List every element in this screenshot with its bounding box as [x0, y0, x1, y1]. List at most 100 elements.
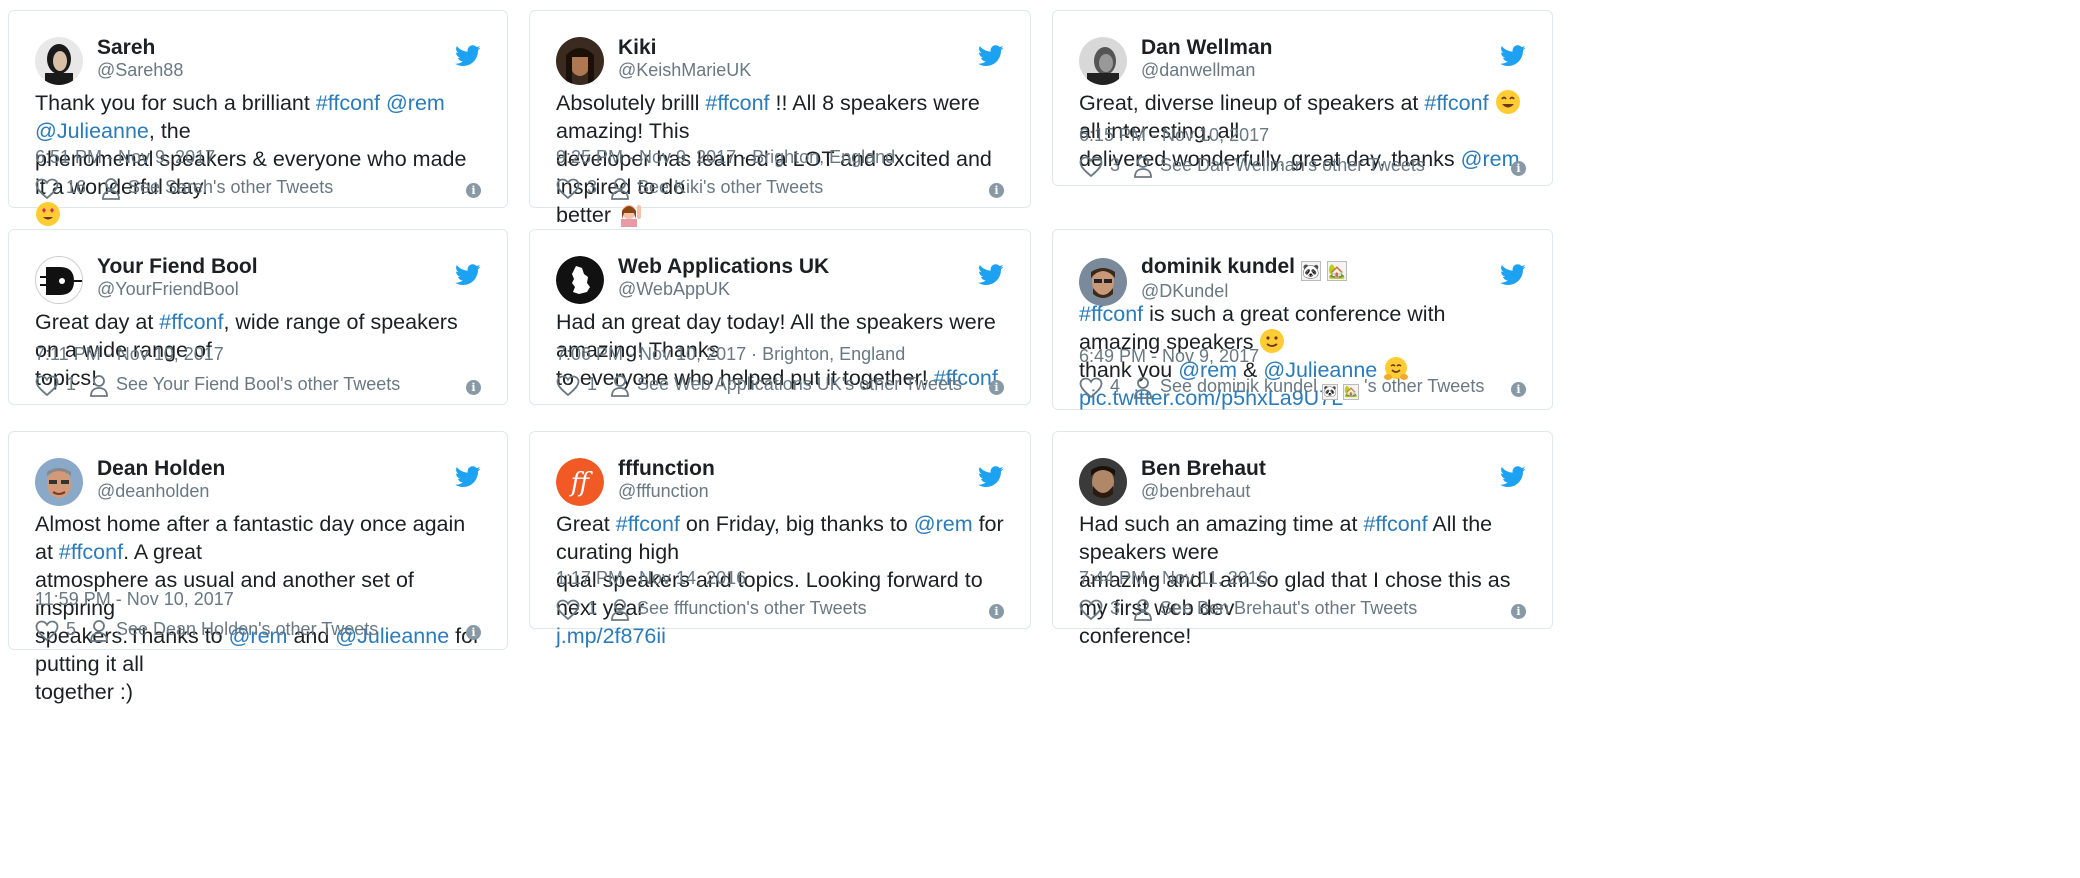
tweet-timestamp[interactable]: 9:25 PM - Nov 9, 2017 · Brighton, Englan… [556, 147, 895, 168]
heart-icon[interactable] [35, 375, 59, 397]
text-segment: Great, diverse lineup of speakers at [1079, 91, 1425, 115]
see-other-tweets-link[interactable]: See Web Applications UK's other Tweets [637, 374, 962, 395]
twitter-bird-icon[interactable] [1500, 45, 1526, 67]
avatar[interactable] [1079, 458, 1127, 506]
see-other-tweets-link[interactable]: See Dean Holden's other Tweets [116, 619, 378, 640]
author-name[interactable]: dominik kundel 🐼 🏡 [1141, 254, 1347, 281]
tweet-card[interactable]: ff fffunction @fffunction Great #ffconf … [529, 431, 1031, 648]
author-handle[interactable]: @WebAppUK [618, 277, 730, 301]
tweet-card[interactable]: Ben Brehaut @benbrehaut Had such an amaz… [1052, 431, 1553, 648]
see-other-tweets-link[interactable]: See fffunction's other Tweets [637, 598, 867, 619]
tweet-card[interactable]: Web Applications UK @WebAppUK Had an gre… [529, 229, 1031, 405]
tweet-timestamp[interactable]: 7:44 PM - Nov 11, 2016 [1079, 568, 1268, 589]
info-icon[interactable]: i [1511, 382, 1526, 397]
see-other-tweets-link[interactable]: See Ben Brehaut's other Tweets [1160, 598, 1417, 619]
tweet-card[interactable]: Sareh @Sareh88 Thank you for such a bril… [8, 10, 508, 226]
tweet-timestamp[interactable]: 7:06 PM - Nov 10, 2017 · Brighton, Engla… [556, 344, 905, 365]
hashtag-link[interactable]: #ffconf [316, 91, 380, 115]
heart-icon[interactable] [556, 375, 580, 397]
hashtag-link[interactable]: #ffconf [616, 512, 680, 536]
twitter-bird-icon[interactable] [1500, 264, 1526, 286]
heart-icon[interactable] [1079, 377, 1103, 399]
tweet-timestamp[interactable]: 7:11 PM - Nov 10, 2017 [35, 344, 224, 365]
tweet-timestamp[interactable]: 6:49 PM - Nov 9, 2017 [1079, 346, 1259, 367]
heart-icon[interactable] [1079, 599, 1103, 621]
like-count[interactable]: 16 [66, 177, 86, 198]
heart-icon[interactable] [35, 620, 59, 642]
like-count[interactable]: 1 [587, 374, 597, 395]
avatar[interactable] [35, 37, 83, 85]
heart-icon[interactable] [1079, 156, 1103, 178]
tweet-timestamp[interactable]: 6:51 PM - Nov 9, 2017 [35, 147, 215, 168]
person-icon [102, 178, 120, 200]
heart-icon[interactable] [556, 599, 580, 621]
hashtag-link[interactable]: #ffconf [59, 540, 123, 564]
author-handle[interactable]: @deanholden [97, 479, 209, 503]
like-count[interactable]: 1 [587, 598, 597, 619]
person-icon [1134, 156, 1152, 178]
author-handle[interactable]: @KeishMarieUK [618, 58, 751, 82]
like-count[interactable]: 1 [66, 374, 76, 395]
twitter-bird-icon[interactable] [455, 45, 481, 67]
like-count[interactable]: 5 [66, 619, 76, 640]
like-count[interactable]: 4 [1110, 376, 1120, 397]
tweet-card[interactable]: dominik kundel 🐼 🏡 @DKundel #ffconf is s… [1052, 229, 1553, 410]
twitter-bird-icon[interactable] [455, 466, 481, 488]
twitter-bird-icon[interactable] [978, 466, 1004, 488]
mention-link[interactable]: @rem [914, 512, 973, 536]
see-other-tweets-link[interactable]: See Your Fiend Bool's other Tweets [116, 374, 400, 395]
text-segment: on Friday, big thanks to [679, 512, 914, 536]
info-icon[interactable]: i [1511, 161, 1526, 176]
house-emoji-icon: 🏡 [1343, 384, 1360, 400]
author-handle[interactable]: @fffunction [618, 479, 709, 503]
twitter-bird-icon[interactable] [978, 45, 1004, 67]
info-icon[interactable]: i [989, 380, 1004, 395]
hashtag-link[interactable]: #ffconf [159, 310, 223, 334]
hashtag-link[interactable]: #ffconf [705, 91, 769, 115]
heart-icon[interactable] [556, 178, 580, 200]
see-other-tweets-link[interactable]: See Kiki's other Tweets [637, 177, 823, 198]
mention-link[interactable]: @rem [386, 91, 445, 115]
info-icon[interactable]: i [466, 183, 481, 198]
info-icon[interactable]: i [989, 604, 1004, 619]
see-other-tweets-link[interactable]: See dominik kundel 🐼 🏡 's other Tweets [1160, 376, 1484, 400]
mention-link[interactable]: @Julieanne [35, 119, 149, 143]
tweet-card[interactable]: Your Fiend Bool @YourFriendBool Great da… [8, 229, 508, 405]
twitter-bird-icon[interactable] [1500, 466, 1526, 488]
author-handle[interactable]: @danwellman [1141, 58, 1255, 82]
avatar[interactable] [1079, 258, 1127, 306]
author-handle[interactable]: @YourFriendBool [97, 277, 239, 301]
tweet-card[interactable]: Dan Wellman @danwellman Great, diverse l… [1052, 10, 1553, 186]
tweet-timestamp[interactable]: 6:15 PM - Nov 10, 2017 [1079, 125, 1269, 146]
avatar[interactable] [35, 256, 83, 304]
like-count[interactable]: 3 [587, 177, 597, 198]
text-segment: Had such an amazing time at [1079, 512, 1364, 536]
see-other-tweets-link[interactable]: See Dan Wellman's other Tweets [1160, 155, 1425, 176]
hashtag-link[interactable]: #ffconf [1363, 512, 1427, 536]
avatar[interactable] [556, 37, 604, 85]
avatar[interactable]: ff [556, 458, 604, 506]
like-count[interactable]: 3 [1110, 598, 1120, 619]
hashtag-link[interactable]: #ffconf [1424, 91, 1488, 115]
tweet-actions: 3 See Kiki's other Tweets i [556, 175, 1004, 203]
twitter-bird-icon[interactable] [978, 264, 1004, 286]
tweet-timestamp[interactable]: 1:17 PM - Nov 14, 2016 [556, 568, 746, 589]
avatar[interactable] [1079, 37, 1127, 85]
like-count[interactable]: 3 [1110, 155, 1120, 176]
tweet-timestamp[interactable]: 11:59 PM - Nov 10, 2017 [35, 589, 234, 610]
info-icon[interactable]: i [1511, 604, 1526, 619]
info-icon[interactable]: i [466, 380, 481, 395]
twitter-bird-icon[interactable] [455, 264, 481, 286]
author-handle[interactable]: @Sareh88 [97, 58, 183, 82]
hashtag-link[interactable]: #ffconf [1079, 302, 1143, 326]
tweet-card[interactable]: Dean Holden @deanholden Almost home afte… [8, 431, 508, 704]
see-other-tweets-link[interactable]: See Sareh's other Tweets [128, 177, 333, 198]
url-link[interactable]: j.mp/2f876ii [556, 624, 666, 648]
info-icon[interactable]: i [466, 625, 481, 640]
avatar[interactable] [35, 458, 83, 506]
info-icon[interactable]: i [989, 183, 1004, 198]
author-handle[interactable]: @benbrehaut [1141, 479, 1250, 503]
tweet-card[interactable]: Kiki @KeishMarieUK Absolutely brilll #ff… [529, 10, 1031, 227]
heart-icon[interactable] [35, 178, 59, 200]
avatar[interactable] [556, 256, 604, 304]
